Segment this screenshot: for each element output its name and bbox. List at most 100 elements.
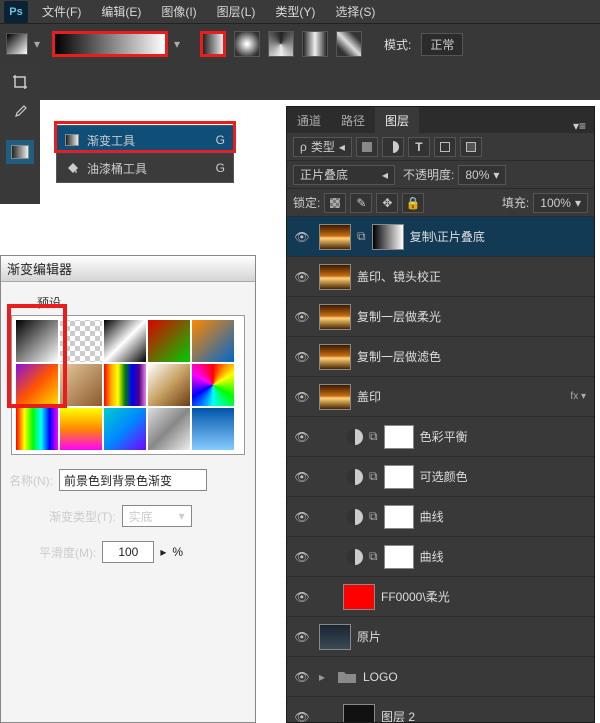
preset-swatch[interactable] (16, 320, 58, 362)
fill-field[interactable]: 100%▾ (533, 193, 588, 213)
blend-mode-select[interactable]: 正片叠底◂ (293, 165, 395, 185)
preset-swatch[interactable] (16, 364, 58, 406)
layer-thumb[interactable] (343, 704, 375, 723)
preset-swatch[interactable] (192, 364, 234, 406)
filter-kind-select[interactable]: ρ类型◂ (293, 137, 352, 157)
visibility-icon[interactable]: 👁 (291, 350, 313, 364)
preset-swatch[interactable] (148, 408, 190, 450)
visibility-icon[interactable]: 👁 (291, 510, 313, 524)
layer-row[interactable]: 👁⧉可选颜色 (287, 457, 594, 497)
layer-mask[interactable] (384, 505, 414, 529)
layer-mask[interactable] (372, 224, 404, 250)
gradient-preview[interactable] (52, 31, 168, 57)
preset-swatch[interactable] (60, 408, 102, 450)
layer-thumb[interactable] (319, 304, 351, 330)
smoothness-field[interactable]: 100 (102, 541, 154, 563)
menu-select[interactable]: 选择(S) (329, 3, 381, 20)
layer-mask[interactable] (384, 425, 414, 449)
flyout-gradient-tool[interactable]: 渐变工具 G (57, 126, 233, 154)
layer-row[interactable]: 👁▸LOGO (287, 657, 594, 697)
layer-row[interactable]: 👁复制一层做滤色 (287, 337, 594, 377)
layer-row[interactable]: 👁盖印、镜头校正 (287, 257, 594, 297)
gradient-diamond-button[interactable] (336, 31, 362, 57)
opacity-field[interactable]: 80%▾ (458, 165, 506, 185)
filter-type-icon[interactable]: T (408, 137, 430, 157)
visibility-icon[interactable]: 👁 (291, 310, 313, 324)
layer-row[interactable]: 👁图层 2 (287, 697, 594, 722)
menu-image[interactable]: 图像(I) (155, 3, 202, 20)
link-icon[interactable]: ⧉ (369, 469, 378, 484)
tool-preset-arrow[interactable]: ▾ (32, 37, 42, 51)
menu-layer[interactable]: 图层(L) (211, 3, 262, 20)
layer-thumb[interactable] (319, 624, 351, 650)
layer-row[interactable]: 👁⧉曲线 (287, 497, 594, 537)
gradient-tool-icon[interactable] (6, 140, 34, 164)
visibility-icon[interactable]: 👁 (291, 230, 313, 244)
tab-paths[interactable]: 路径 (331, 107, 375, 133)
group-arrow-icon[interactable]: ▸ (319, 670, 331, 684)
layer-row[interactable]: 👁盖印fx ▾ (287, 377, 594, 417)
preset-swatch[interactable] (60, 364, 102, 406)
link-icon[interactable]: ⧉ (369, 429, 378, 444)
gradient-reflected-button[interactable] (302, 31, 328, 57)
fill-thumb[interactable] (343, 584, 375, 610)
preset-swatch[interactable] (104, 320, 146, 362)
preset-swatch[interactable] (148, 320, 190, 362)
flyout-paint-bucket-tool[interactable]: 油漆桶工具 G (57, 154, 233, 182)
visibility-icon[interactable]: 👁 (291, 430, 313, 444)
preset-swatch[interactable] (192, 320, 234, 362)
gradient-angle-button[interactable] (268, 31, 294, 57)
preset-swatch[interactable] (148, 364, 190, 406)
mode-value[interactable]: 正常 (421, 33, 463, 56)
lock-transparency-icon[interactable] (324, 193, 346, 213)
type-select[interactable]: 实底▾ (122, 505, 192, 527)
link-icon[interactable]: ⧉ (369, 549, 378, 564)
eyedropper-tool-icon[interactable] (6, 100, 34, 124)
gradient-linear-button[interactable] (200, 31, 226, 57)
name-field[interactable] (59, 469, 207, 491)
layer-row[interactable]: 👁⧉复制\正片叠底 (287, 217, 594, 257)
filter-smart-icon[interactable] (460, 137, 482, 157)
layer-mask[interactable] (384, 465, 414, 489)
crop-tool-icon[interactable] (6, 70, 34, 94)
layer-row[interactable]: 👁复制一层做柔光 (287, 297, 594, 337)
layer-thumb[interactable] (319, 344, 351, 370)
layer-row[interactable]: 👁FF0000\柔光 (287, 577, 594, 617)
lock-all-icon[interactable]: 🔒 (402, 193, 424, 213)
layer-row[interactable]: 👁⧉色彩平衡 (287, 417, 594, 457)
link-icon[interactable]: ⧉ (369, 509, 378, 524)
preset-swatch[interactable] (16, 408, 58, 450)
layer-thumb[interactable] (319, 384, 351, 410)
preset-swatch[interactable] (60, 320, 102, 362)
menu-file[interactable]: 文件(F) (36, 3, 87, 20)
menu-edit[interactable]: 编辑(E) (95, 3, 147, 20)
visibility-icon[interactable]: 👁 (291, 710, 313, 723)
visibility-icon[interactable]: 👁 (291, 470, 313, 484)
visibility-icon[interactable]: 👁 (291, 550, 313, 564)
gradient-arrow[interactable]: ▾ (172, 37, 182, 51)
layer-mask[interactable] (384, 545, 414, 569)
panel-menu-icon[interactable]: ▾≡ (565, 119, 594, 133)
filter-pixel-icon[interactable] (356, 137, 378, 157)
layer-thumb[interactable] (319, 224, 351, 250)
tab-channels[interactable]: 通道 (287, 107, 331, 133)
layer-thumb[interactable] (319, 264, 351, 290)
visibility-icon[interactable]: 👁 (291, 270, 313, 284)
layer-row[interactable]: 👁原片 (287, 617, 594, 657)
tool-preset-icon[interactable] (6, 33, 28, 55)
layer-row[interactable]: 👁⧉曲线 (287, 537, 594, 577)
preset-swatch[interactable] (104, 364, 146, 406)
lock-image-icon[interactable]: ✎ (350, 193, 372, 213)
preset-swatch[interactable] (192, 408, 234, 450)
link-icon[interactable]: ⧉ (357, 229, 366, 244)
fx-badge[interactable]: fx ▾ (570, 391, 586, 402)
gradient-radial-button[interactable] (234, 31, 260, 57)
visibility-icon[interactable]: 👁 (291, 630, 313, 644)
filter-shape-icon[interactable] (434, 137, 456, 157)
tab-layers[interactable]: 图层 (375, 107, 419, 133)
lock-position-icon[interactable]: ✥ (376, 193, 398, 213)
visibility-icon[interactable]: 👁 (291, 390, 313, 404)
visibility-icon[interactable]: 👁 (291, 670, 313, 684)
menu-type[interactable]: 类型(Y) (269, 3, 321, 20)
filter-adjust-icon[interactable] (382, 137, 404, 157)
